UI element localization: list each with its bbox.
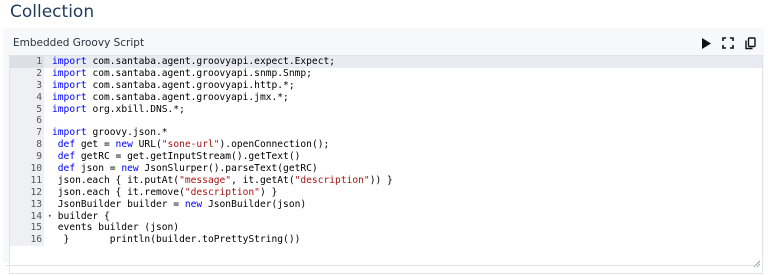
line-number: 6 — [10, 115, 44, 128]
code-token: ).openConnection(); — [219, 139, 330, 151]
string-token: "description" — [294, 174, 370, 186]
code-text: import org.xbill.DNS.*; — [44, 104, 185, 116]
string-token: "description" — [184, 186, 260, 198]
line-number: 14 ▾ — [10, 210, 52, 223]
code-line[interactable]: 16 } println(builder.toPrettyString()) — [10, 234, 762, 247]
line-number: 11 — [10, 174, 44, 187]
code-line[interactable]: 15 events builder (json) — [10, 222, 762, 235]
code-token: getRC = get.getInputStream().getText() — [75, 151, 301, 163]
keyword-token: new — [184, 198, 203, 210]
code-token: get = — [75, 139, 116, 151]
fullscreen-icon[interactable] — [722, 37, 734, 49]
code-token: ) } — [259, 186, 278, 198]
code-line[interactable]: 2 import com.santaba.agent.groovyapi.snmp… — [10, 67, 762, 80]
keyword-token: import — [52, 56, 87, 67]
code-line[interactable]: 4 import com.santaba.agent.groovyapi.jmx.… — [10, 91, 762, 104]
keyword-token: def — [52, 151, 76, 163]
code-token: builder { — [52, 210, 110, 222]
line-number: 1 — [10, 56, 44, 68]
code-text: import groovy.json.* — [44, 127, 168, 139]
keyword-token: import — [52, 127, 87, 139]
section-title: Collection — [10, 2, 95, 22]
keyword-token: def — [52, 163, 76, 175]
code-text: import com.santaba.agent.groovyapi.snmp.… — [44, 68, 312, 80]
code-text: json.each { it.putAt("message", it.getAt… — [44, 175, 393, 187]
line-number: 16 — [10, 234, 44, 247]
fold-toggle-icon[interactable]: ▾ — [48, 211, 52, 223]
code-token: JsonBuilder builder = — [52, 198, 185, 210]
keyword-token: import — [52, 91, 87, 103]
code-token: json.each { it.putAt( — [52, 174, 180, 186]
code-line[interactable]: 14 ▾ builder { — [10, 210, 762, 223]
code-text: events builder (json) — [44, 222, 179, 234]
code-line[interactable]: 1 import com.santaba.agent.groovyapi.expe… — [10, 56, 762, 68]
keyword-token: import — [52, 79, 87, 91]
keyword-token: new — [115, 139, 133, 151]
code-token: , it.getAt( — [231, 174, 295, 186]
code-token: com.santaba.agent.groovyapi.http.*; — [92, 79, 295, 91]
line-number: 9 — [10, 151, 44, 164]
code-token: json.each { it.remove( — [52, 186, 185, 198]
line-number: 12 — [10, 186, 44, 199]
code-line[interactable]: 5 import org.xbill.DNS.*; — [10, 103, 762, 116]
string-token: "sone-url" — [161, 139, 220, 151]
editor-toolbar — [700, 36, 756, 49]
panel-title: Embedded Groovy Script — [13, 37, 145, 49]
code-line[interactable]: 3 import com.santaba.agent.groovyapi.http… — [10, 79, 762, 92]
code-token: events builder (json) — [52, 222, 180, 234]
line-number: 10 — [10, 163, 44, 175]
code-token: groovy.json.* — [92, 127, 168, 139]
code-text: JsonBuilder builder = new JsonBuilder(js… — [44, 199, 306, 211]
code-token: JsonSlurper().parseText(getRC) — [138, 163, 318, 175]
panel-header: Embedded Groovy Script — [3, 28, 764, 56]
code-token: URL( — [132, 139, 162, 151]
code-token: com.santaba.agent.groovyapi.jmx.*; — [92, 91, 289, 103]
code-line[interactable]: 8 def get = new URL("sone-url").openConn… — [10, 139, 762, 152]
code-token: org.xbill.DNS.*; — [92, 103, 185, 115]
code-editor[interactable]: 1 import com.santaba.agent.groovyapi.expe… — [9, 55, 763, 274]
code-text: def json = new JsonSlurper().parseText(g… — [44, 163, 318, 175]
code-line[interactable]: 9 def getRC = get.getInputStream().getTe… — [10, 151, 762, 164]
code-text: import com.santaba.agent.groovyapi.http.… — [44, 80, 295, 92]
divider — [6, 265, 760, 266]
code-text: builder { — [44, 211, 110, 223]
code-text: json.each { it.remove("description") } — [44, 186, 278, 199]
line-number: 7 — [10, 127, 44, 140]
code-token: } println(builder.toPrettyString()) — [52, 234, 301, 246]
code-line[interactable]: 12 json.each { it.remove("description") … — [10, 186, 762, 199]
line-number: 8 — [10, 139, 44, 152]
code-text: def get = new URL("sone-url").openConnec… — [44, 139, 330, 151]
code-text: def getRC = get.getInputStream().getText… — [44, 151, 301, 163]
code-line[interactable]: 6 — [10, 115, 762, 128]
code-token: json = — [75, 163, 122, 175]
code-token: JsonBuilder(json) — [202, 198, 307, 210]
code-token: com.santaba.agent.groovyapi.snmp.Snmp; — [92, 67, 312, 79]
copy-icon[interactable] — [744, 36, 756, 49]
string-token: "message" — [179, 174, 232, 186]
code-token: com.santaba.agent.groovyapi.expect.Expec… — [92, 56, 336, 67]
line-number: 3 — [10, 79, 44, 92]
keyword-token: import — [52, 67, 87, 79]
line-number: 5 — [10, 103, 44, 116]
code-line[interactable]: 13 JsonBuilder builder = new JsonBuilder… — [10, 198, 762, 211]
code-token: )) } — [369, 174, 393, 186]
code-text: import com.santaba.agent.groovyapi.expec… — [44, 56, 335, 68]
line-number: 2 — [10, 67, 44, 80]
play-icon[interactable] — [700, 37, 712, 49]
keyword-token: new — [121, 163, 139, 175]
keyword-token: import — [52, 103, 87, 115]
code-text: import com.santaba.agent.groovyapi.jmx.*… — [44, 92, 289, 104]
keyword-token: def — [52, 139, 76, 151]
script-panel: Embedded Groovy Script 1 import com.santa… — [3, 28, 764, 274]
line-number: 4 — [10, 91, 44, 104]
code-line[interactable]: 7 import groovy.json.* — [10, 127, 762, 140]
line-number: 15 — [10, 222, 44, 235]
code-text: } println(builder.toPrettyString()) — [44, 234, 301, 246]
code-line[interactable]: 10 def json = new JsonSlurper().parseTex… — [10, 163, 762, 175]
code-line[interactable]: 11 json.each { it.putAt("message", it.ge… — [10, 174, 762, 187]
line-number: 13 — [10, 198, 44, 211]
